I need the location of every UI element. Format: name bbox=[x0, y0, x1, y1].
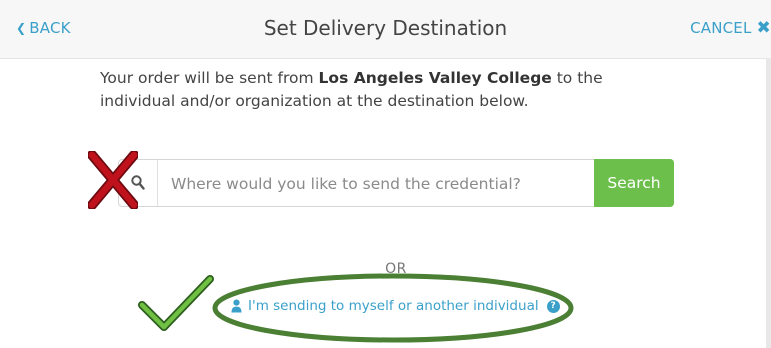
search-button[interactable]: Search bbox=[594, 159, 674, 207]
cancel-label: CANCEL bbox=[690, 19, 752, 37]
close-icon: ✖ bbox=[756, 17, 771, 38]
cancel-button[interactable]: CANCEL ✖ bbox=[690, 19, 771, 37]
green-check-mark-icon bbox=[138, 275, 214, 331]
send-to-individual-link[interactable]: I'm sending to myself or another individ… bbox=[231, 298, 560, 314]
send-to-individual-label: I'm sending to myself or another individ… bbox=[248, 298, 539, 314]
person-icon bbox=[231, 299, 242, 313]
intro-text: Your order will be sent from Los Angeles… bbox=[100, 67, 680, 113]
header-bar: ❮ BACK Set Delivery Destination CANCEL ✖ bbox=[0, 0, 771, 59]
help-icon[interactable]: ? bbox=[546, 299, 560, 313]
search-bar: Search bbox=[118, 159, 674, 208]
red-cross-mark-icon bbox=[88, 151, 138, 209]
page-title: Set Delivery Destination bbox=[263, 16, 508, 40]
scrollbar-track bbox=[766, 58, 771, 348]
institution-name: Los Angeles Valley College bbox=[318, 69, 552, 87]
destination-search-input[interactable] bbox=[169, 160, 593, 208]
intro-text-before: Your order will be sent from bbox=[100, 69, 319, 87]
